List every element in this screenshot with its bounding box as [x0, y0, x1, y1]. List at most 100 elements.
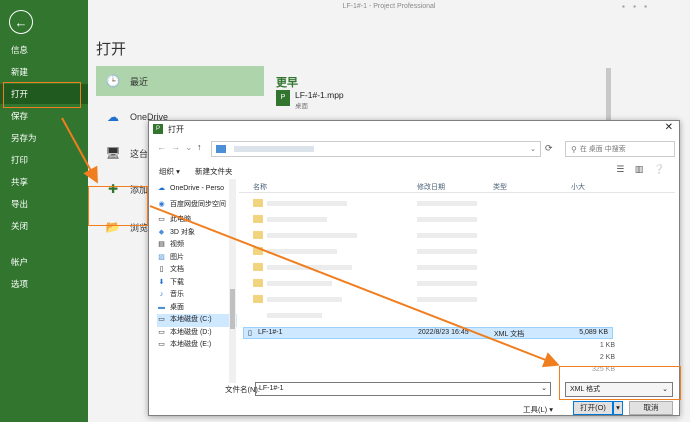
picture-icon: ▨	[158, 253, 165, 261]
file-list-header: 名称 修改日期 类型 小大	[239, 179, 675, 193]
back-icon[interactable]: ←	[157, 142, 166, 152]
column-name[interactable]: 名称	[253, 182, 267, 192]
filetype-select[interactable]: XML 格式 ⌄	[565, 382, 673, 397]
window-controls-icon[interactable]: ▪ ▪ ▪	[622, 2, 650, 11]
filetype-value: XML 格式	[570, 386, 601, 393]
tree-item-drive-e[interactable]: ▭ 本地磁盘 (E:)	[157, 339, 237, 352]
organize-button[interactable]: 组织 ▾	[159, 166, 180, 177]
close-icon[interactable]: ✕	[665, 122, 673, 133]
navigation-bar: ← → ⌄ ↑ ⌄ ⟳ ⚲ 在 桌面 中搜索	[149, 139, 679, 159]
window-title: LF-1#-1 - Project Professional	[342, 3, 436, 10]
location-recent-label: 最近	[130, 76, 149, 87]
open-dialog: P 打开 ✕ ← → ⌄ ↑ ⌄ ⟳ ⚲ 在 桌面 中搜索 组织 ▾ 新建文件夹…	[148, 120, 680, 416]
file-size-cell: 1 KB	[599, 342, 615, 349]
tree-item-this-pc[interactable]: ▭ 此电脑	[157, 214, 237, 227]
folder-icon: 📂	[105, 220, 121, 234]
tree-item-drive-d[interactable]: ▭ 本地磁盘 (D:)	[157, 327, 237, 340]
recent-scrollbar[interactable]	[606, 68, 611, 128]
column-modified[interactable]: 修改日期	[417, 182, 445, 192]
sidebar-item-share[interactable]: 共享	[0, 172, 88, 192]
file-size: 5,089 KB	[579, 329, 608, 336]
location-recent[interactable]: 🕒 最近	[96, 66, 264, 96]
sidebar-item-account[interactable]: 帐户	[0, 252, 88, 272]
column-type[interactable]: 类型	[493, 182, 507, 192]
tree-item-3d-objects[interactable]: ◆ 3D 对象	[157, 227, 237, 240]
open-dropdown-button[interactable]: ▾	[613, 401, 623, 415]
recent-group-header: 更早	[276, 77, 298, 89]
address-bar[interactable]: ⌄	[211, 141, 541, 157]
file-row-selected[interactable]: ▯ LF-1#-1 2022/8/23 16:45 XML 文档 5,089 K…	[243, 327, 613, 339]
file-list: 名称 修改日期 类型 小大 ▯ LF-1#-1 2022/8/23 16:45	[239, 179, 675, 379]
file-name: LF-1#-1	[258, 329, 283, 336]
backstage-sidebar: ← 信息 新建 打开 保存 另存为 打印 共享 导出 关闭 帐户 选项	[0, 0, 88, 422]
up-arrow-icon[interactable]: ↑	[197, 142, 202, 152]
computer-icon: 🖥	[105, 146, 121, 160]
tree-item-videos[interactable]: ▤ 视频	[157, 239, 237, 252]
project-app-icon: P	[153, 124, 163, 134]
view-options-icon[interactable]: ☰ ▥ ❔	[616, 164, 669, 175]
sidebar-item-close[interactable]: 关闭	[0, 216, 88, 236]
tree-item-pictures[interactable]: ▨ 图片	[157, 252, 237, 265]
sidebar-item-new[interactable]: 新建	[0, 62, 88, 82]
document-icon: ▯	[159, 266, 164, 274]
open-button[interactable]: 打开(O)	[573, 401, 613, 415]
baidu-netdisk-icon: ◉	[158, 200, 165, 208]
tree-item-desktop[interactable]: ▬ 桌面	[157, 302, 237, 315]
project-file-icon: P	[276, 90, 290, 106]
tree-item-downloads[interactable]: ⬇ 下载	[157, 277, 237, 290]
sidebar-item-save-as[interactable]: 另存为	[0, 128, 88, 148]
new-folder-button[interactable]: 新建文件夹	[195, 166, 233, 177]
tools-menu[interactable]: 工具(L) ▾	[523, 404, 553, 415]
search-placeholder: 在 桌面 中搜索	[579, 146, 626, 153]
sidebar-item-save[interactable]: 保存	[0, 106, 88, 126]
navigation-tree: ☁ OneDrive - Perso ◉ 百度网盘同步空间 ▭ 此电脑 ◆ 3D 对象 …	[157, 183, 237, 381]
sidebar-item-info[interactable]: 信息	[0, 40, 88, 60]
recent-file-item[interactable]: P LF-1#-1.mpp 桌面	[276, 90, 344, 110]
drive-icon: ▭	[158, 341, 165, 349]
recent-file-name: LF-1#-1.mpp	[295, 90, 344, 100]
recent-locations-icon[interactable]: ⌄	[185, 142, 193, 153]
tree-scrollbar[interactable]	[229, 179, 236, 383]
cancel-button[interactable]: 取消	[629, 401, 673, 415]
filename-input[interactable]: LF-1#-1 ⌄	[255, 382, 551, 396]
sidebar-item-open[interactable]: 打开	[0, 84, 88, 104]
drive-icon: ▭	[158, 328, 165, 336]
search-icon: ⚲	[571, 144, 577, 154]
tree-item-documents[interactable]: ▯ 文档	[157, 264, 237, 277]
cloud-icon: ☁	[107, 110, 119, 124]
cloud-icon: ☁	[158, 185, 165, 193]
location-browse-label: 浏览	[130, 222, 149, 233]
sidebar-item-export[interactable]: 导出	[0, 194, 88, 214]
recent-file-location: 桌面	[295, 103, 308, 110]
file-type: XML 文档	[494, 331, 525, 338]
music-note-icon: ♪	[159, 291, 164, 299]
sidebar-item-options[interactable]: 选项	[0, 274, 88, 294]
desktop-icon	[216, 145, 226, 153]
tree-item-baidu[interactable]: ◉ 百度网盘同步空间	[157, 199, 237, 212]
chevron-down-icon[interactable]: ⌄	[541, 383, 547, 395]
sidebar-item-print[interactable]: 打印	[0, 150, 88, 170]
file-size-cell: 2 KB	[599, 354, 615, 361]
file-modified: 2022/8/23 16:45	[418, 329, 469, 336]
tree-item-music[interactable]: ♪ 音乐	[157, 289, 237, 302]
chevron-down-icon[interactable]: ⌄	[530, 145, 536, 153]
computer-icon: ▭	[158, 216, 165, 224]
download-arrow-icon: ⬇	[158, 278, 165, 286]
dialog-title: 打开	[168, 124, 184, 134]
drive-icon: ▭	[158, 316, 165, 324]
chevron-down-icon: ⌄	[662, 386, 668, 393]
page-title: 打开	[96, 41, 127, 58]
file-size-cell: 325 KB	[592, 366, 615, 373]
refresh-icon[interactable]: ⟳	[545, 143, 553, 154]
tree-item-onedrive[interactable]: ☁ OneDrive - Perso	[157, 183, 237, 196]
desktop-icon: ▬	[158, 303, 165, 311]
forward-icon[interactable]: →	[171, 142, 180, 152]
plus-icon: ✚	[107, 182, 119, 196]
filename-value: LF-1#-1	[259, 385, 284, 392]
cube-icon: ◆	[158, 228, 165, 236]
column-size[interactable]: 小大	[571, 182, 585, 192]
tree-item-drive-c[interactable]: ▭ 本地磁盘 (C:)	[157, 314, 237, 327]
back-arrow-icon[interactable]: ←	[9, 10, 33, 34]
search-input[interactable]: ⚲ 在 桌面 中搜索	[565, 141, 675, 157]
dialog-titlebar: P 打开 ✕	[149, 121, 679, 137]
